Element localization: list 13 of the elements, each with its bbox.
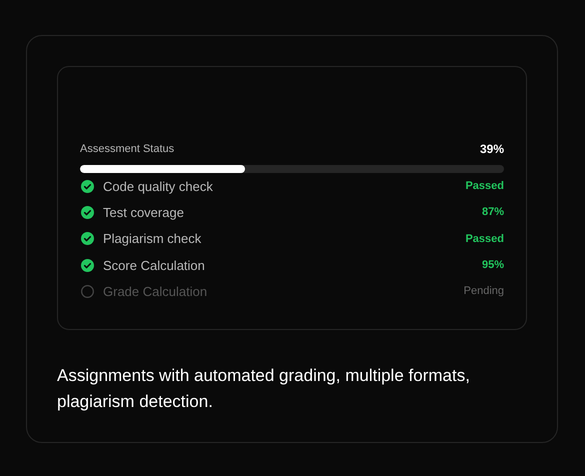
check-label: Code quality check [103, 178, 214, 194]
check-result: 87% [482, 206, 504, 218]
check-result: Pending [464, 285, 504, 298]
status-percentage: 39% [480, 142, 504, 156]
feature-description: Assignments with automated grading, multiple formats, plagiarism detection. [57, 365, 471, 413]
check-result: Passed [465, 180, 504, 192]
check-label: Test coverage [103, 204, 185, 220]
check-result: Passed [465, 232, 504, 245]
status-label: Assessment Status [80, 143, 174, 155]
check-label: Grade Calculation [103, 284, 208, 299]
check-label: Plagiarism check [103, 231, 202, 246]
check-result: 95% [482, 259, 504, 272]
check-label: Score Calculation [103, 258, 206, 273]
